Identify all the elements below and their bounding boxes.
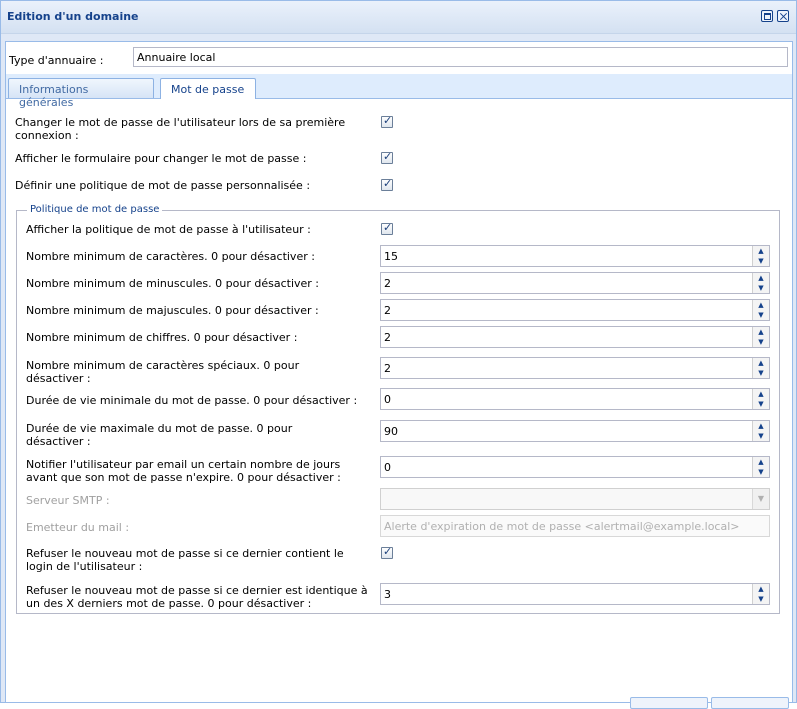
close-icon[interactable]: [777, 10, 789, 22]
spin-down-icon[interactable]: ▼: [753, 467, 769, 477]
spin-down-icon[interactable]: ▼: [753, 368, 769, 378]
spin-down-icon[interactable]: ▼: [753, 256, 769, 266]
refuse-login-checkbox[interactable]: ✓: [381, 545, 393, 559]
min-lowercase-field[interactable]: 2 ▲ ▼: [380, 272, 770, 294]
spin-down-icon[interactable]: ▼: [753, 399, 769, 409]
min-lifetime-field[interactable]: 0 ▲ ▼: [380, 388, 770, 410]
spin-up-icon[interactable]: ▲: [753, 246, 769, 256]
directory-type-row: Type d'annuaire : Annuaire local: [6, 42, 792, 74]
maximize-icon[interactable]: [761, 10, 773, 22]
password-policy-legend: Politique de mot de passe: [27, 204, 163, 216]
option-show-change-form-label: Afficher le formulaire pour changer le m…: [15, 152, 307, 165]
spin-up-icon[interactable]: ▲: [753, 300, 769, 310]
min-lifetime-value: 0: [384, 393, 391, 406]
min-chars-field[interactable]: 15 ▲ ▼: [380, 245, 770, 267]
min-special-value: 2: [384, 362, 391, 375]
min-lowercase-value: 2: [384, 277, 391, 290]
spin-up-icon[interactable]: ▲: [753, 584, 769, 594]
domain-edit-window: Edition d'un domaine Type d'annuaire : A…: [0, 0, 797, 703]
chevron-down-icon[interactable]: ▼: [752, 489, 769, 509]
expiry-notify-field[interactable]: 0 ▲ ▼: [380, 456, 770, 478]
min-uppercase-label: Nombre minimum de majuscules. 0 pour dés…: [26, 304, 319, 317]
spin-up-icon[interactable]: ▲: [753, 327, 769, 337]
spin-down-icon[interactable]: ▼: [753, 310, 769, 320]
option-show-change-form-checkbox[interactable]: ✓: [381, 150, 393, 164]
spin-up-icon[interactable]: ▲: [753, 457, 769, 467]
min-uppercase-field[interactable]: 2 ▲ ▼: [380, 299, 770, 321]
history-field[interactable]: 3 ▲ ▼: [380, 583, 770, 605]
window-title: Edition d'un domaine: [7, 10, 139, 23]
show-policy-checkbox[interactable]: ✓: [381, 221, 393, 235]
option-custom-policy-checkbox[interactable]: ✓: [381, 177, 393, 191]
min-lifetime-label: Durée de vie minimale du mot de passe. 0…: [26, 394, 358, 407]
option-custom-policy-label: Définir une politique de mot de passe pe…: [15, 179, 311, 192]
max-lifetime-value: 90: [384, 425, 398, 438]
tab-password[interactable]: Mot de passe: [160, 78, 256, 99]
spin-down-icon[interactable]: ▼: [753, 431, 769, 441]
checkmark-icon: ✓: [383, 221, 393, 234]
checkmark-icon: ✓: [383, 114, 393, 127]
tab-bar: Informations générales Mot de passe: [6, 74, 792, 109]
spin-up-icon[interactable]: ▲: [753, 389, 769, 399]
checkmark-icon: ✓: [383, 150, 393, 163]
expiry-notify-label: Notifier l'utilisateur par email un cert…: [26, 458, 341, 484]
max-lifetime-label: Durée de vie maximale du mot de passe. 0…: [26, 422, 293, 448]
history-value: 3: [384, 588, 391, 601]
option-change-on-first-login-label: Changer le mot de passe de l'utilisateur…: [15, 116, 346, 142]
min-lowercase-label: Nombre minimum de minuscules. 0 pour dés…: [26, 277, 319, 290]
spin-up-icon[interactable]: ▲: [753, 358, 769, 368]
expiry-notify-value: 0: [384, 461, 391, 474]
footer-button-2[interactable]: [711, 697, 789, 709]
spin-up-icon[interactable]: ▲: [753, 273, 769, 283]
checkmark-icon: ✓: [383, 545, 393, 558]
min-digits-value: 2: [384, 331, 391, 344]
spin-down-icon[interactable]: ▼: [753, 337, 769, 347]
min-special-label: Nombre minimum de caractères spéciaux. 0…: [26, 359, 300, 385]
window-titlebar[interactable]: Edition d'un domaine: [1, 1, 796, 34]
max-lifetime-field[interactable]: 90 ▲ ▼: [380, 420, 770, 442]
spin-up-icon[interactable]: ▲: [753, 421, 769, 431]
spin-down-icon[interactable]: ▼: [753, 594, 769, 604]
min-chars-label: Nombre minimum de caractères. 0 pour dés…: [26, 250, 315, 263]
smtp-server-select[interactable]: ▼: [380, 488, 770, 510]
footer-button-1[interactable]: [630, 697, 708, 709]
min-chars-value: 15: [384, 250, 398, 263]
smtp-server-label: Serveur SMTP :: [26, 494, 110, 507]
window-body: Type d'annuaire : Annuaire local Informa…: [5, 41, 793, 702]
option-change-on-first-login-checkbox[interactable]: ✓: [381, 114, 393, 128]
mail-sender-label: Emetteur du mail :: [26, 521, 130, 534]
mail-sender-field[interactable]: Alerte d'expiration de mot de passe <ale…: [380, 515, 770, 537]
min-digits-field[interactable]: 2 ▲ ▼: [380, 326, 770, 348]
refuse-login-label: Refuser le nouveau mot de passe si ce de…: [26, 547, 344, 573]
checkmark-icon: ✓: [383, 177, 393, 190]
min-uppercase-value: 2: [384, 304, 391, 317]
spin-down-icon[interactable]: ▼: [753, 283, 769, 293]
tab-general-info[interactable]: Informations générales: [8, 78, 154, 109]
directory-type-field[interactable]: Annuaire local: [133, 47, 788, 67]
directory-type-label: Type d'annuaire :: [9, 54, 104, 67]
history-label: Refuser le nouveau mot de passe si ce de…: [26, 584, 368, 610]
min-special-field[interactable]: 2 ▲ ▼: [380, 357, 770, 379]
min-digits-label: Nombre minimum de chiffres. 0 pour désac…: [26, 331, 298, 344]
show-policy-label: Afficher la politique de mot de passe à …: [26, 223, 311, 236]
